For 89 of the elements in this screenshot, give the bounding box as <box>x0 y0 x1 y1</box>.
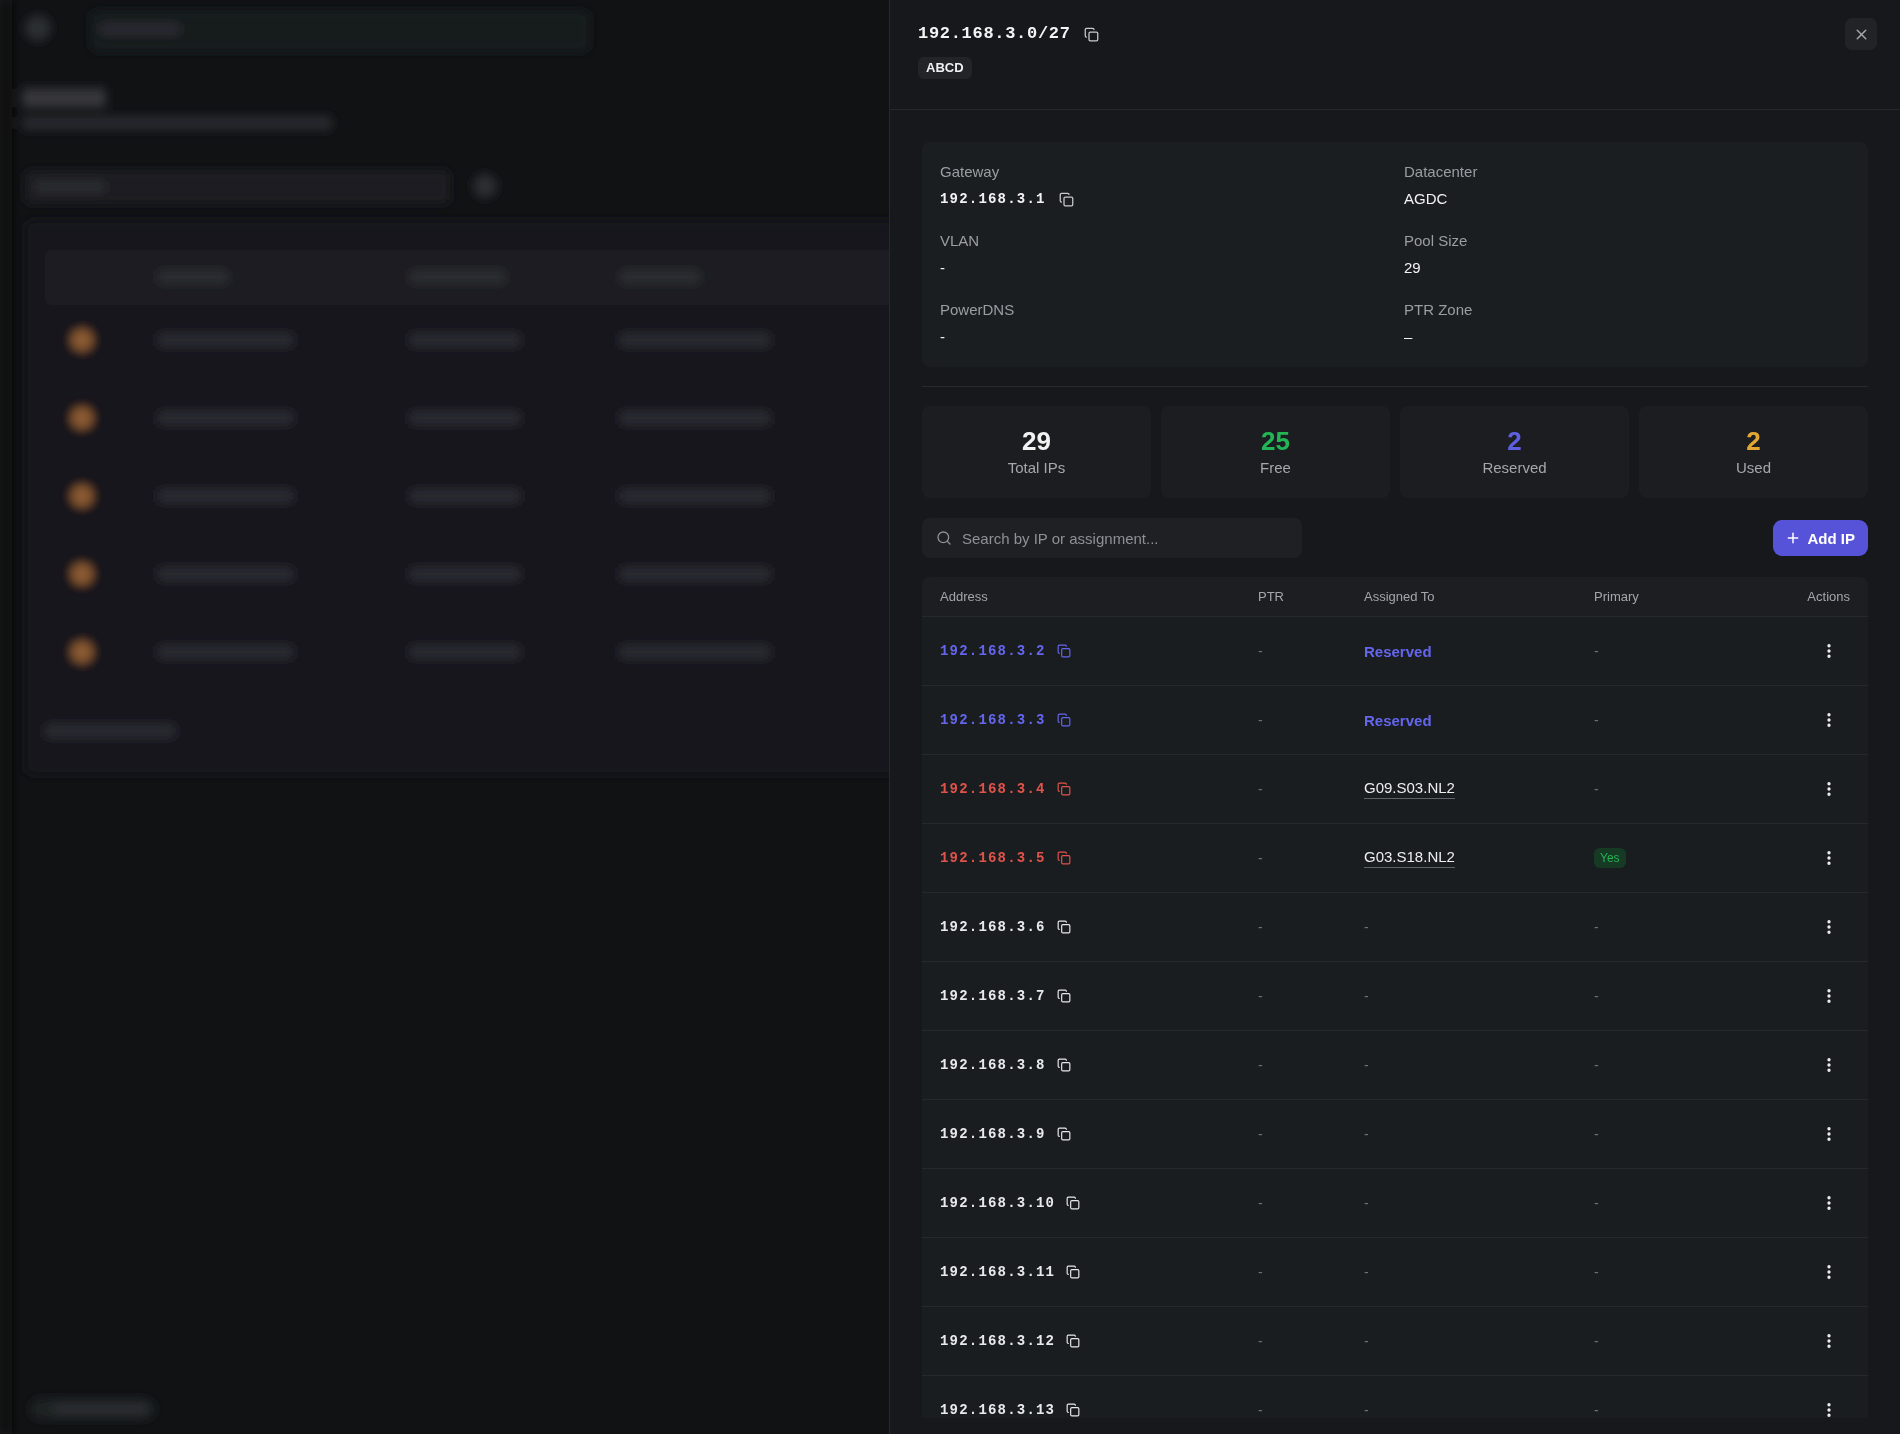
detail-value: 29 <box>1404 258 1421 278</box>
primary-value: - <box>1594 781 1599 797</box>
ip-address: 192.168.3.6 <box>940 919 1046 935</box>
primary-value: - <box>1594 1057 1599 1073</box>
primary-value: - <box>1594 643 1599 659</box>
primary-value: - <box>1594 1333 1599 1349</box>
gateway-address: 192.168.3.1 <box>940 190 1046 209</box>
copy-icon[interactable] <box>1066 1334 1081 1348</box>
stat-value: 2 <box>1746 426 1761 456</box>
stat-value: 25 <box>1261 426 1290 456</box>
ptr-value: - <box>1258 712 1263 728</box>
primary-value: - <box>1594 988 1599 1004</box>
copy-icon[interactable] <box>1056 1058 1071 1072</box>
assigned-value: - <box>1364 1333 1369 1349</box>
stat-label: Total IPs <box>1007 458 1066 478</box>
assigned-value: - <box>1364 1126 1369 1142</box>
ptr-value: - <box>1258 1057 1263 1073</box>
ip-address: 192.168.3.12 <box>940 1333 1056 1349</box>
ip-address: 192.168.3.2 <box>940 643 1046 659</box>
copy-icon[interactable] <box>1066 1403 1081 1417</box>
subnet-badge: ABCD <box>918 57 972 79</box>
copy-icon[interactable] <box>1066 1196 1081 1210</box>
stat-label: Used <box>1736 458 1771 478</box>
ptr-value: - <box>1258 643 1263 659</box>
detail-label: PowerDNS <box>940 300 1016 320</box>
ptr-value: - <box>1258 919 1263 935</box>
primary-value: - <box>1594 1402 1599 1418</box>
reserved-label: Reserved <box>1364 642 1432 660</box>
copy-icon[interactable] <box>1056 1127 1071 1141</box>
detail-value: – <box>1404 327 1413 347</box>
ip-address: 192.168.3.11 <box>940 1264 1056 1280</box>
detail-value: - <box>940 327 945 347</box>
ip-address: 192.168.3.13 <box>940 1402 1056 1418</box>
copy-icon[interactable] <box>1056 920 1071 934</box>
subnet-title: 192.168.3.0/27 <box>918 23 1071 45</box>
copy-icon[interactable] <box>1056 989 1071 1003</box>
host-link[interactable]: G09.S03.NL2 <box>1364 779 1455 799</box>
assigned-value: - <box>1364 1057 1369 1073</box>
primary-value: - <box>1594 919 1599 935</box>
column-header: Assigned To <box>1364 589 1435 604</box>
ip-address: 192.168.3.5 <box>940 850 1046 866</box>
ptr-value: - <box>1258 1333 1263 1349</box>
ptr-value: - <box>1258 1126 1263 1142</box>
ip-address: 192.168.3.10 <box>940 1195 1056 1211</box>
detail-label: Gateway <box>940 162 1001 182</box>
copy-icon[interactable] <box>1066 1265 1081 1279</box>
ip-address: 192.168.3.8 <box>940 1057 1046 1073</box>
add-ip-button[interactable]: Add IP <box>1772 520 1868 556</box>
reserved-label: Reserved <box>1364 711 1432 729</box>
assigned-value: - <box>1364 988 1369 1004</box>
stat-value: 2 <box>1507 426 1522 456</box>
detail-label: Datacenter <box>1404 162 1479 182</box>
column-header: Address <box>940 589 988 604</box>
search-icon <box>936 530 952 546</box>
column-header: Actions <box>1807 589 1850 604</box>
assigned-value: - <box>1364 1402 1369 1418</box>
ptr-value: - <box>1258 850 1263 866</box>
ip-address: 192.168.3.7 <box>940 988 1046 1004</box>
ptr-value: - <box>1258 1264 1263 1280</box>
ptr-value: - <box>1258 1195 1263 1211</box>
ptr-value: - <box>1258 1402 1263 1418</box>
close-button[interactable] <box>1845 18 1877 50</box>
column-header: Primary <box>1594 589 1639 604</box>
column-header: PTR <box>1258 589 1284 604</box>
ip-address: 192.168.3.3 <box>940 712 1046 728</box>
detail-value: - <box>940 258 945 278</box>
ip-address: 192.168.3.4 <box>940 781 1046 797</box>
copy-icon[interactable] <box>1083 26 1099 42</box>
ip-address: 192.168.3.9 <box>940 1126 1046 1142</box>
copy-icon[interactable] <box>1058 191 1074 207</box>
primary-value: - <box>1594 1126 1599 1142</box>
detail-label: Pool Size <box>1404 231 1469 251</box>
assigned-value: - <box>1364 919 1369 935</box>
host-link[interactable]: G03.S18.NL2 <box>1364 848 1455 868</box>
detail-label: PTR Zone <box>1404 300 1474 320</box>
detail-value: AGDC <box>1404 189 1448 209</box>
assigned-value: - <box>1364 1264 1369 1280</box>
primary-value: - <box>1594 1264 1599 1280</box>
stat-label: Free <box>1260 458 1291 478</box>
primary-badge: Yes <box>1594 848 1626 868</box>
assigned-value: - <box>1364 1195 1369 1211</box>
search-field[interactable]: Search by IP or assignment... <box>922 518 1302 558</box>
stat-value: 29 <box>1022 426 1051 456</box>
stat-label: Reserved <box>1482 458 1547 478</box>
ptr-value: - <box>1258 781 1263 797</box>
primary-value: - <box>1594 712 1599 728</box>
primary-value: - <box>1594 1195 1599 1211</box>
ptr-value: - <box>1258 988 1263 1004</box>
detail-label: VLAN <box>940 231 981 251</box>
